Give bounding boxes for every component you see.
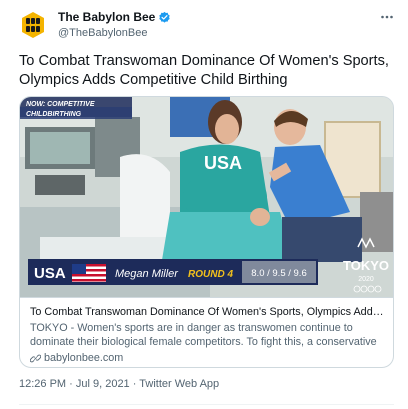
banner-scores: 8.0 / 9.5 / 9.6 [251,268,306,279]
author-handle[interactable]: @TheBabylonBee [58,27,147,39]
card-body[interactable]: To Combat Transwoman Dominance Of Women'… [20,297,393,367]
link-icon [29,353,42,364]
card-title[interactable]: To Combat Transwoman Dominance Of Women'… [30,305,385,319]
more-options-icon[interactable] [380,10,394,24]
banner-round: ROUND 4 [188,269,233,280]
source-app[interactable]: Twitter Web App [139,378,219,390]
article-image[interactable]: USA NOW: COMPETITIVE CHILDBIRTHING USA M… [20,97,393,297]
author-name-text[interactable]: The Babylon Bee [58,10,155,24]
banner-athlete: Megan Miller [115,268,179,280]
banner-country: USA [34,265,66,282]
tokyo-logo-text: TOKYO [343,258,389,273]
us-flag-icon [72,264,106,282]
link-preview-card[interactable]: USA NOW: COMPETITIVE CHILDBIRTHING USA M… [19,96,394,368]
author-name[interactable]: The Babylon Bee [58,10,171,24]
tokyo-logo-year: 2020 [358,276,374,283]
card-domain-text[interactable]: babylonbee.com [44,351,123,365]
babylon-bee-logo-avatar[interactable] [18,10,48,40]
badge-line-1: NOW: COMPETITIVE [26,101,95,108]
tweet-metadata: 12:26 PM · Jul 9, 2021 · Twitter Web App [19,378,219,390]
tweet: The Babylon Bee @TheBabylonBee To Combat… [0,0,408,409]
verified-badge-icon [158,11,171,24]
card-domain[interactable]: babylonbee.com [29,351,385,365]
card-description: TOKYO - Women's sports are in danger as … [30,322,377,348]
tweet-timestamp[interactable]: 12:26 PM · Jul 9, 2021 · [19,378,139,390]
divider [19,404,394,405]
tweet-text: To Combat Transwoman Dominance Of Women'… [19,53,389,88]
badge-line-2: CHILDBIRTHING [26,111,82,118]
